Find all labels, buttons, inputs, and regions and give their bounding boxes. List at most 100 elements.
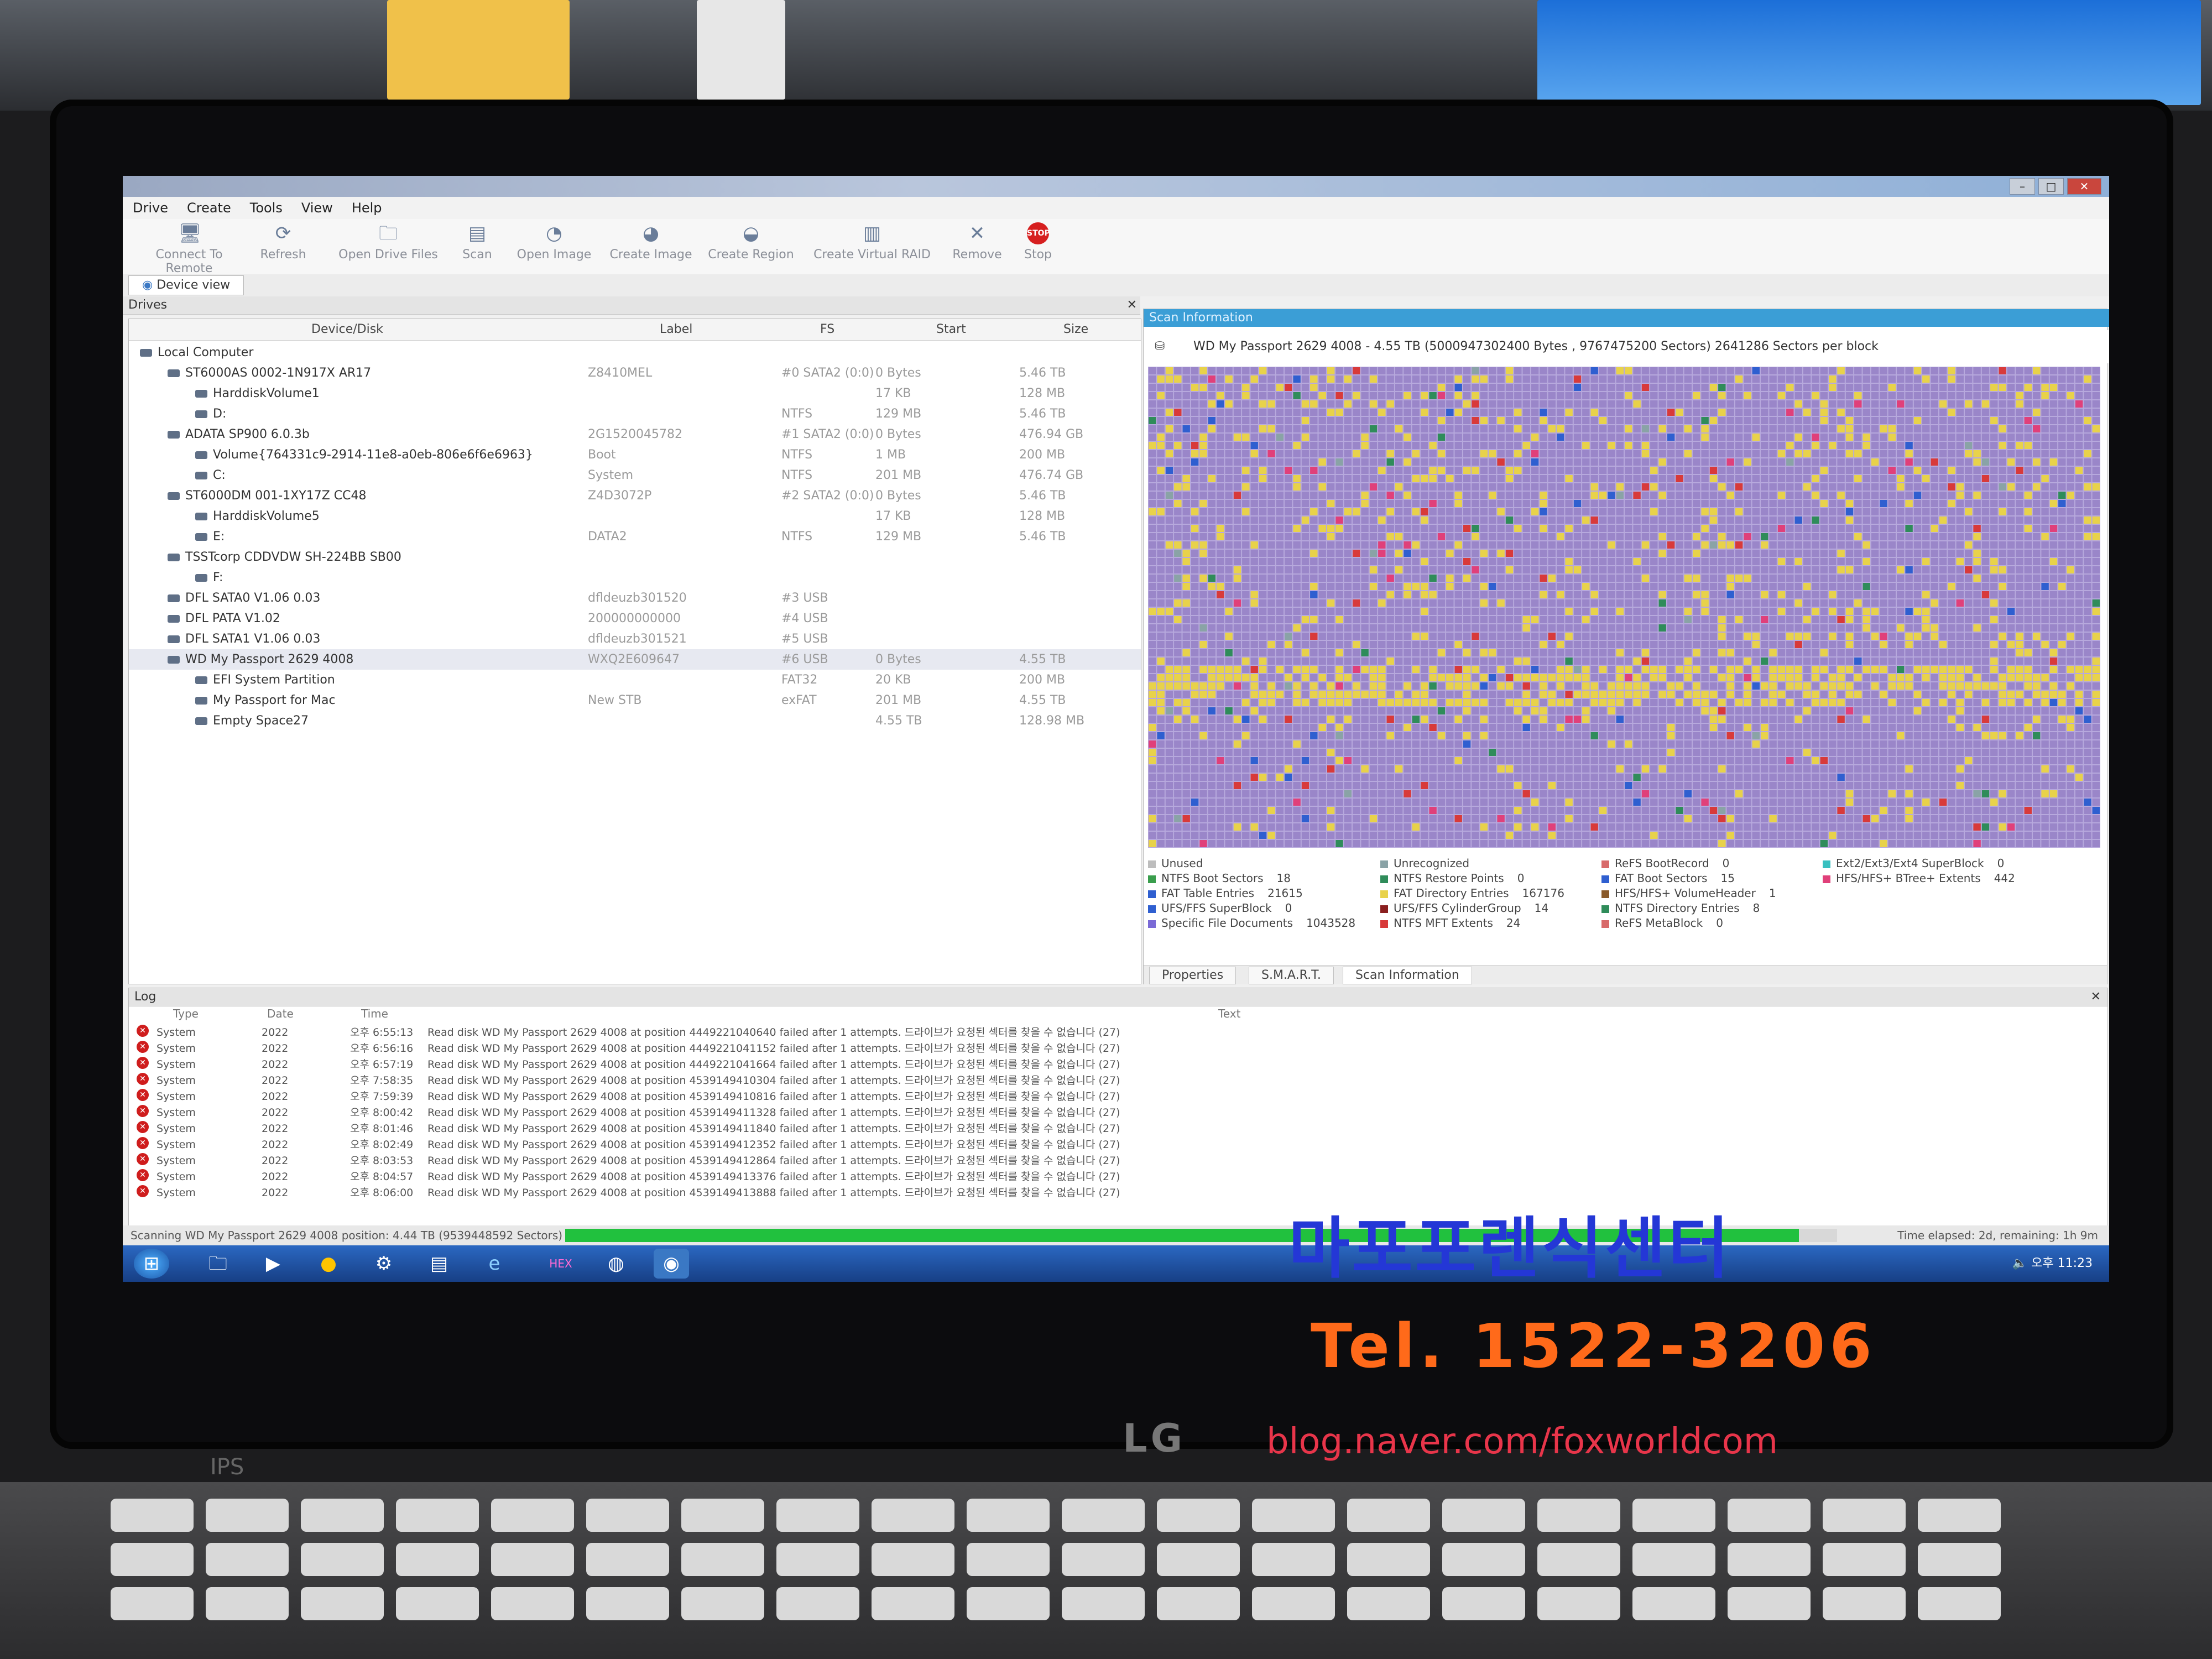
sector-block (1812, 384, 1819, 391)
menu-drive[interactable]: Drive (133, 200, 168, 216)
drive-row[interactable]: My Passport for Mac New STB exFAT 201 MB 4.5… (129, 690, 1141, 711)
drive-row[interactable]: DFL SATA1 V1.06 0.03 dfldeuzb301521 #5 USB (129, 629, 1141, 649)
sector-block (1565, 608, 1573, 615)
drive-row[interactable]: D: NTFS 129 MB 5.46 TB (129, 404, 1141, 424)
open-image-button[interactable]: ◔ Open Image (510, 222, 598, 272)
drive-row[interactable]: TSSTcorp CDDVDW SH-224BB SB00 (129, 547, 1141, 567)
sector-block (1557, 450, 1564, 457)
maximize-button[interactable]: □ (2038, 178, 2064, 195)
create-virtual-raid-button[interactable]: ▥ Create Virtual RAID (808, 222, 936, 272)
drive-row[interactable]: Empty Space27 4.55 TB 128.98 MB (129, 711, 1141, 731)
sector-block (2092, 591, 2100, 598)
tab-device-view[interactable]: ◉ Device view (128, 275, 244, 295)
connect-to-remote-button[interactable]: 🖥 Connect To Remote (134, 222, 244, 275)
sector-block (2058, 417, 2066, 424)
sector-block (1599, 450, 1607, 457)
sector-block (1650, 716, 1658, 723)
sector-block (1726, 517, 1734, 524)
sector-block (1829, 367, 1837, 374)
sector-block (2075, 467, 2083, 474)
drive-row[interactable]: ADATA SP900 6.0.3b 2G1520045782 #1 SATA2 (… (129, 424, 1141, 445)
sector-block (1880, 658, 1887, 665)
sector-block (1353, 624, 1360, 632)
column-start[interactable]: Start (936, 322, 966, 336)
sector-block (1794, 624, 1802, 632)
sector-block (1965, 599, 1973, 607)
sector-block (1199, 517, 1207, 524)
column-fs[interactable]: FS (820, 322, 834, 336)
sector-block (1650, 658, 1658, 665)
sector-block (1931, 434, 1938, 441)
minimize-button[interactable]: – (2010, 178, 2035, 195)
sector-block (1590, 583, 1598, 590)
sector-block (1845, 467, 1854, 474)
drive-row[interactable]: E: DATA2 NTFS 129 MB 5.46 TB (129, 526, 1141, 547)
sector-block (1744, 658, 1751, 665)
sector-block (1472, 583, 1479, 590)
sector-block (2016, 699, 2023, 706)
drive-row[interactable]: ST6000DM 001-1XY17Z CC48 Z4D3072P #2 SATA2… (129, 486, 1141, 506)
sector-block (1658, 599, 1666, 607)
sector-block (1361, 616, 1369, 623)
column-device-disk[interactable]: Device/Disk (311, 322, 383, 336)
remove-button[interactable]: ✕ Remove (947, 222, 1008, 272)
sector-block (1803, 434, 1811, 441)
sector-block (1344, 525, 1352, 532)
drive-row[interactable]: C: System NTFS 201 MB 476.74 GB (129, 465, 1141, 486)
drive-row[interactable]: ST6000AS 0002-1N917X AR17 Z8410MEL #0 SATA… (129, 363, 1141, 383)
sector-block (1922, 674, 1930, 681)
drive-row[interactable]: HarddiskVolume5 17 KB 128 MB (129, 506, 1141, 526)
sector-block (1531, 475, 1539, 482)
column-label[interactable]: Label (660, 322, 692, 336)
sector-block (1684, 558, 1692, 565)
sector-block (1250, 475, 1258, 482)
close-button[interactable]: ✕ (2067, 178, 2101, 195)
sector-block (1880, 575, 1887, 582)
drive-row[interactable]: HarddiskVolume1 17 KB 128 MB (129, 383, 1141, 404)
drive-row[interactable]: Local Computer (129, 342, 1141, 363)
sector-block (1565, 384, 1573, 391)
sector-block (1905, 666, 1913, 673)
sector-block (2016, 458, 2023, 466)
menu-help[interactable]: Help (352, 200, 382, 216)
create-image-button[interactable]: ◕ Create Image (604, 222, 698, 272)
sector-block (2067, 550, 2074, 557)
menu-tools[interactable]: Tools (250, 200, 283, 216)
sector-block (1863, 541, 1870, 549)
menu-create[interactable]: Create (187, 200, 231, 216)
sector-block (1531, 550, 1539, 557)
sector-block (1429, 475, 1437, 482)
sector-block (1641, 633, 1650, 640)
drive-row[interactable]: DFL PATA V1.02 200000000000 #4 USB (129, 608, 1141, 629)
sector-block (1854, 417, 1862, 424)
sector-block (2058, 682, 2066, 690)
drive-row[interactable]: DFL SATA0 V1.06 0.03 dfldeuzb301520 #3 USB (129, 588, 1141, 608)
sector-block (1999, 400, 2006, 408)
drive-row[interactable]: F: (129, 567, 1141, 588)
column-size[interactable]: Size (1063, 322, 1088, 336)
drive-row[interactable]: Volume{764331c9-2914-11e8-a0eb-806e6f6e6… (129, 445, 1141, 465)
sector-block (1726, 384, 1734, 391)
open-drive-files-button[interactable]: 🗀 Open Drive Files (333, 222, 444, 272)
drive-row[interactable]: EFI System Partition FAT32 20 KB 200 MB (129, 670, 1141, 690)
drive-row[interactable]: WD My Passport 2629 4008 WXQ2E609647 #6 US… (129, 649, 1141, 670)
create-region-button[interactable]: ◒ Create Region (701, 222, 801, 272)
sector-block (1505, 707, 1514, 714)
sector-block (1761, 500, 1768, 507)
sector-block (1335, 616, 1343, 623)
stop-button[interactable]: STOP Stop (1013, 222, 1063, 272)
sector-block (1863, 624, 1870, 632)
sector-block (1726, 666, 1734, 673)
drives-pane-close-icon[interactable]: ✕ (1127, 296, 1137, 314)
sector-block (2049, 375, 2058, 383)
sector-block (1871, 384, 1879, 391)
refresh-button[interactable]: ⟳ Refresh (255, 222, 311, 272)
sector-block (1709, 624, 1718, 632)
sector-block (1573, 425, 1582, 432)
sector-block (1540, 649, 1547, 656)
sector-block (1191, 409, 1199, 416)
menu-view[interactable]: View (301, 200, 333, 216)
scan-button[interactable]: ▤ Scan (452, 222, 502, 272)
sector-block (1905, 541, 1913, 549)
sector-block (1761, 583, 1768, 590)
